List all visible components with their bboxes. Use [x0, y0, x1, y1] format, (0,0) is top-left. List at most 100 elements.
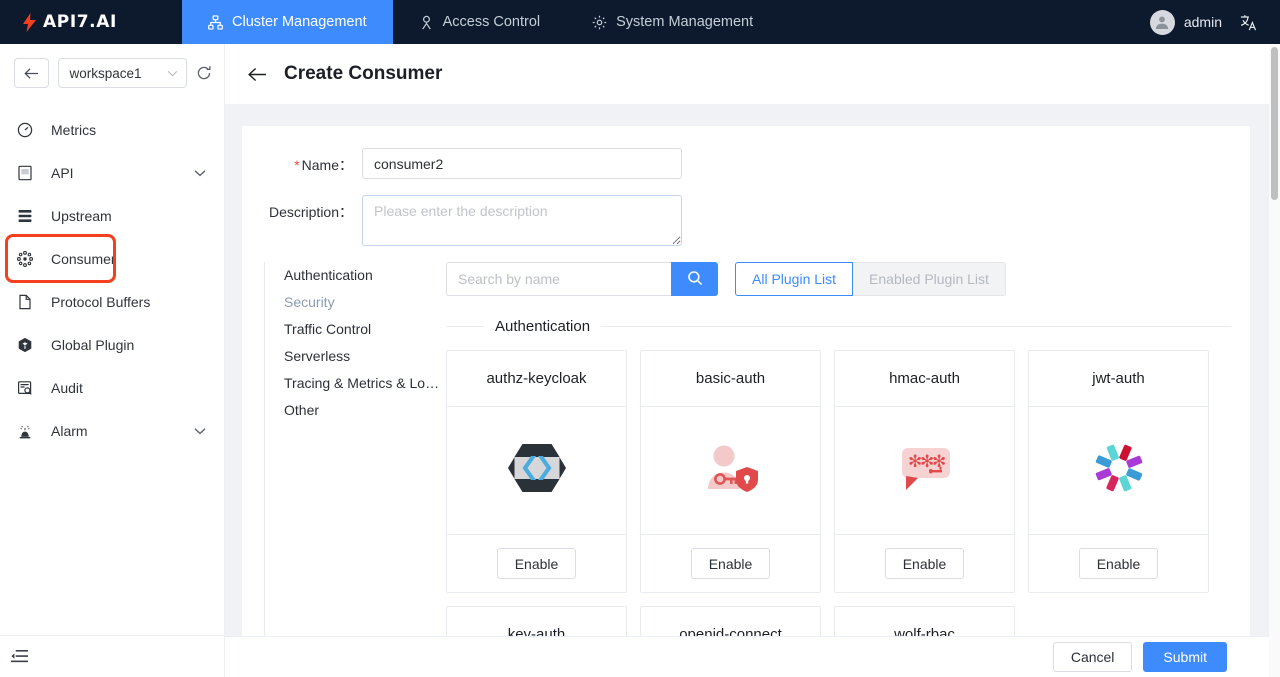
refresh-icon[interactable] [196, 65, 212, 81]
plugin-card-title: basic-auth [641, 351, 820, 407]
sidebar-item-consumer[interactable]: Consumer [5, 234, 116, 283]
plugin-category-traffic-control[interactable]: Traffic Control [284, 316, 446, 343]
nav-tab-label: Cluster Management [232, 14, 367, 30]
nav-tab-cluster-management[interactable]: Cluster Management [182, 0, 393, 44]
arrow-left-icon [24, 67, 38, 79]
sidebar-item-audit[interactable]: Audit [0, 366, 224, 409]
plugin-card-footer: Enable [1029, 534, 1208, 592]
scrollbar-thumb[interactable] [1271, 47, 1278, 200]
password-bubble-logo: ✻ ✻ ✻ [896, 444, 954, 497]
plugin-main-panel: All Plugin List Enabled Plugin List Auth… [446, 262, 1250, 677]
sidebar-item-alarm[interactable]: Alarm [0, 409, 224, 452]
upstream-icon [16, 208, 33, 224]
page-back-button[interactable] [248, 67, 267, 82]
nav-tab-label: Access Control [442, 14, 541, 30]
divider-line-left [446, 326, 484, 327]
search-button[interactable] [671, 262, 718, 296]
sidebar-item-label: Protocol Buffers [51, 293, 151, 310]
plugin-category-list: Authentication Security Traffic Control … [264, 262, 446, 677]
plugin-grid: authz-keycloak Enable basic-auth Enable … [446, 350, 1231, 677]
gear-icon [592, 15, 607, 30]
plugin-card-hmac-auth[interactable]: hmac-auth ✻ ✻ ✻ Enable [834, 350, 1015, 593]
nav-tab-system-management[interactable]: System Management [566, 0, 779, 44]
collapse-sidebar-icon[interactable] [11, 649, 28, 664]
chevron-down-icon[interactable] [194, 169, 206, 177]
name-label-text: Name [301, 157, 339, 173]
divider-line-right [601, 326, 1231, 327]
enable-button[interactable]: Enable [496, 548, 577, 579]
sidebar-item-protocol-buffers[interactable]: Protocol Buffers [0, 280, 224, 323]
access-control-icon [419, 15, 434, 30]
top-right-actions: admin [1149, 0, 1280, 44]
sidebar-item-global-plugin[interactable]: Global Plugin [0, 323, 224, 366]
description-textarea[interactable] [362, 195, 682, 246]
plugin-category-other[interactable]: Other [284, 397, 446, 424]
plugin-category-authentication[interactable]: Authentication [284, 262, 446, 289]
page-scrollbar[interactable] [1269, 44, 1280, 677]
language-icon[interactable] [1239, 13, 1258, 32]
sidebar-item-label: Metrics [51, 121, 97, 138]
plugin-card-basic-auth[interactable]: basic-auth Enable [640, 350, 821, 593]
description-label: Description： [242, 195, 362, 222]
enable-button[interactable]: Enable [1078, 548, 1159, 579]
sidebar-item-label: Consumer [51, 250, 116, 267]
nav-tabs: Cluster Management Access Control System… [182, 0, 779, 44]
footer-action-bar: Cancel Submit [225, 636, 1272, 677]
plugin-category-serverless[interactable]: Serverless [284, 343, 446, 370]
search-input[interactable] [446, 262, 671, 296]
plugin-card-footer: Enable [641, 534, 820, 592]
plugin-card-body [1029, 407, 1208, 534]
submit-button[interactable]: Submit [1143, 642, 1227, 672]
svg-text:✻: ✻ [932, 452, 946, 472]
sidebar-menu: Metrics API Upstream Consumer Protocol B… [0, 100, 224, 635]
keycloak-logo [507, 442, 566, 499]
main-content: Create Consumer *Name： Description： [225, 44, 1272, 677]
workspace-select[interactable]: workspace1 [57, 58, 187, 88]
user-key-shield-logo [704, 443, 758, 498]
plugin-card-body [447, 407, 626, 534]
top-navigation-bar: API7.AI Cluster Management Access Contro… [0, 0, 1280, 44]
name-input[interactable] [362, 148, 682, 179]
plugin-toolbar: All Plugin List Enabled Plugin List [446, 262, 1231, 296]
label-colon: ： [339, 204, 353, 220]
plugin-card-authz-keycloak[interactable]: authz-keycloak Enable [446, 350, 627, 593]
nav-tab-label: System Management [616, 14, 754, 30]
enable-button[interactable]: Enable [884, 548, 965, 579]
workspace-back-button[interactable] [14, 58, 49, 88]
sidebar-item-label: API [51, 164, 74, 181]
sidebar-item-label: Alarm [51, 422, 88, 439]
brand-logo[interactable]: API7.AI [0, 0, 182, 44]
plugin-card-jwt-auth[interactable]: jwt-auth Enable [1028, 350, 1209, 593]
plugin-card-title: authz-keycloak [447, 351, 626, 407]
consumer-icon [16, 250, 33, 267]
chevron-down-icon [167, 70, 178, 76]
sidebar-item-metrics[interactable]: Metrics [0, 108, 224, 151]
sidebar-footer [0, 635, 224, 677]
arrow-left-icon [248, 67, 267, 81]
metrics-icon [16, 122, 33, 138]
sidebar: workspace1 Metrics API Upstream Consumer… [0, 44, 225, 677]
cancel-button[interactable]: Cancel [1052, 642, 1133, 672]
avatar [1149, 9, 1175, 35]
required-asterisk: * [294, 157, 300, 173]
plugin-search [446, 262, 718, 296]
plugin-card-title: hmac-auth [835, 351, 1014, 407]
sidebar-item-api[interactable]: API [0, 151, 224, 194]
tab-all-plugin-list[interactable]: All Plugin List [735, 262, 854, 296]
nav-tab-access-control[interactable]: Access Control [393, 0, 567, 44]
user-menu[interactable]: admin [1149, 9, 1222, 35]
page-header: Create Consumer [225, 44, 1272, 104]
plugin-list-tabs: All Plugin List Enabled Plugin List [735, 262, 1006, 296]
plugin-category-tracing-metrics-logging[interactable]: Tracing & Metrics & Loggi... [284, 370, 446, 397]
form-row-name: * Name： [242, 148, 1250, 179]
sidebar-item-upstream[interactable]: Upstream [0, 194, 224, 237]
plugin-section-title: Authentication [495, 318, 591, 335]
chevron-down-icon[interactable] [194, 427, 206, 435]
plugin-category-security[interactable]: Security [284, 289, 446, 316]
tab-enabled-plugin-list[interactable]: Enabled Plugin List [853, 262, 1006, 296]
bolt-icon [23, 12, 36, 32]
plugin-card-body [641, 407, 820, 534]
enable-button[interactable]: Enable [690, 548, 771, 579]
global-plugin-icon [16, 337, 33, 353]
plugin-section-divider: Authentication [446, 318, 1231, 335]
